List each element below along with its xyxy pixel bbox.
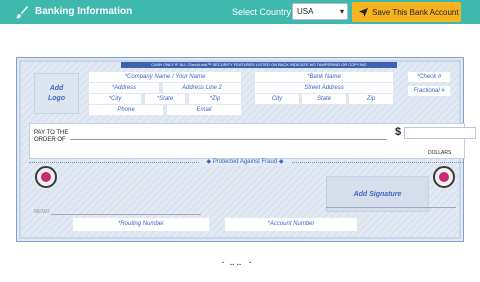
- top-bar: Banking Information Select Country USA ▾…: [0, 0, 480, 24]
- signature-line: [326, 207, 456, 208]
- country-value: USA: [297, 7, 314, 16]
- check-number-field[interactable]: *Check #: [408, 72, 450, 82]
- city-field[interactable]: *City: [89, 94, 141, 104]
- bank-name-field[interactable]: *Bank Name: [255, 72, 393, 82]
- pay-to-label: PAY TO THE ORDER OF: [34, 130, 68, 144]
- fractional-number-field[interactable]: Fractional #: [408, 86, 450, 96]
- seal-icon: [35, 166, 57, 188]
- address-line2-field[interactable]: Address Line 2: [163, 83, 241, 93]
- address-field[interactable]: *Address: [89, 83, 159, 93]
- loading-dots: ⠈ ⠒⠒ ⠈: [219, 261, 253, 270]
- save-button-label: Save This Bank Account: [372, 7, 459, 17]
- routing-number-field[interactable]: *Routing Number: [73, 218, 209, 231]
- add-logo-button[interactable]: Add Logo: [34, 73, 79, 114]
- dollar-sign: $: [395, 126, 402, 138]
- dollars-label: DOLLARS: [428, 150, 452, 156]
- bank-zip-field[interactable]: Zip: [349, 94, 393, 104]
- company-name-field[interactable]: *Company Name / Your Name: [89, 72, 241, 82]
- add-logo-line2: Logo: [47, 94, 66, 102]
- memo-label: MEMO: [34, 209, 50, 215]
- check-body: CASH ONLY IF ALL CheckLock™ SECURITY FEA…: [19, 60, 476, 239]
- chevron-down-icon: ▾: [339, 7, 344, 16]
- account-number-field[interactable]: *Account Number: [225, 218, 357, 231]
- pay-to-label-line1: PAY TO THE: [34, 130, 69, 136]
- state-field[interactable]: *State: [145, 94, 185, 104]
- check-preview: CASH ONLY IF ALL CheckLock™ SECURITY FEA…: [16, 57, 476, 242]
- bank-street-address-field[interactable]: Street Address: [255, 83, 393, 93]
- save-bank-account-button[interactable]: Save This Bank Account: [352, 2, 461, 22]
- send-icon: [359, 7, 368, 17]
- protected-against-fraud: ◆ Protected Against Fraud ◆: [199, 159, 291, 166]
- country-select[interactable]: USA ▾: [292, 3, 348, 20]
- select-country-label: Select Country: [232, 7, 292, 17]
- bank-state-field[interactable]: State: [302, 94, 346, 104]
- pay-to-section: PAY TO THE ORDER OF $ DOLLARS: [29, 123, 476, 159]
- payee-input[interactable]: [70, 139, 387, 140]
- seal-icon: [433, 166, 455, 188]
- page-title: Banking Information: [35, 6, 133, 17]
- phone-field[interactable]: Phone: [89, 105, 163, 115]
- memo-input[interactable]: [51, 214, 201, 215]
- bank-city-field[interactable]: City: [255, 94, 299, 104]
- pay-to-label-line2: ORDER OF: [34, 137, 66, 143]
- security-banner: CASH ONLY IF ALL CheckLock™ SECURITY FEA…: [121, 62, 397, 68]
- zip-field[interactable]: *Zip: [189, 94, 241, 104]
- amount-input[interactable]: [404, 127, 476, 139]
- brush-icon: [16, 6, 28, 19]
- email-field[interactable]: Email: [167, 105, 241, 115]
- protected-label: Protected Against Fraud: [212, 159, 278, 165]
- add-logo-line1: Add: [49, 84, 64, 92]
